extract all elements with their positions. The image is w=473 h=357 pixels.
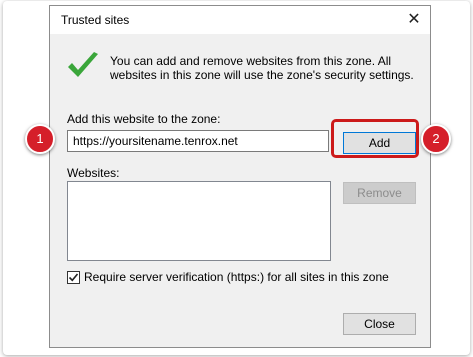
close-button[interactable]: Close <box>343 313 416 335</box>
remove-button[interactable]: Remove <box>343 182 416 204</box>
add-button-highlight <box>331 119 419 158</box>
step-badge-1: 1 <box>25 124 55 154</box>
websites-label: Websites: <box>67 166 120 180</box>
info-text: You can add and remove websites from thi… <box>110 54 414 82</box>
checkmark-icon <box>68 52 98 77</box>
require-verification-row[interactable]: Require server verification (https:) for… <box>67 270 389 284</box>
close-icon[interactable]: ✕ <box>404 10 424 30</box>
checkbox-check-icon <box>68 272 79 281</box>
website-url-input[interactable] <box>67 130 329 152</box>
trusted-sites-dialog: Trusted sites ✕ You can add and remove w… <box>49 5 431 348</box>
require-verification-checkbox[interactable] <box>67 270 80 284</box>
window-title: Trusted sites <box>61 13 130 27</box>
title-bar: Trusted sites ✕ <box>50 6 430 34</box>
websites-list[interactable] <box>67 181 331 261</box>
step-badge-2: 2 <box>421 124 451 154</box>
require-verification-label: Require server verification (https:) for… <box>84 270 389 284</box>
add-website-label: Add this website to the zone: <box>67 112 221 126</box>
